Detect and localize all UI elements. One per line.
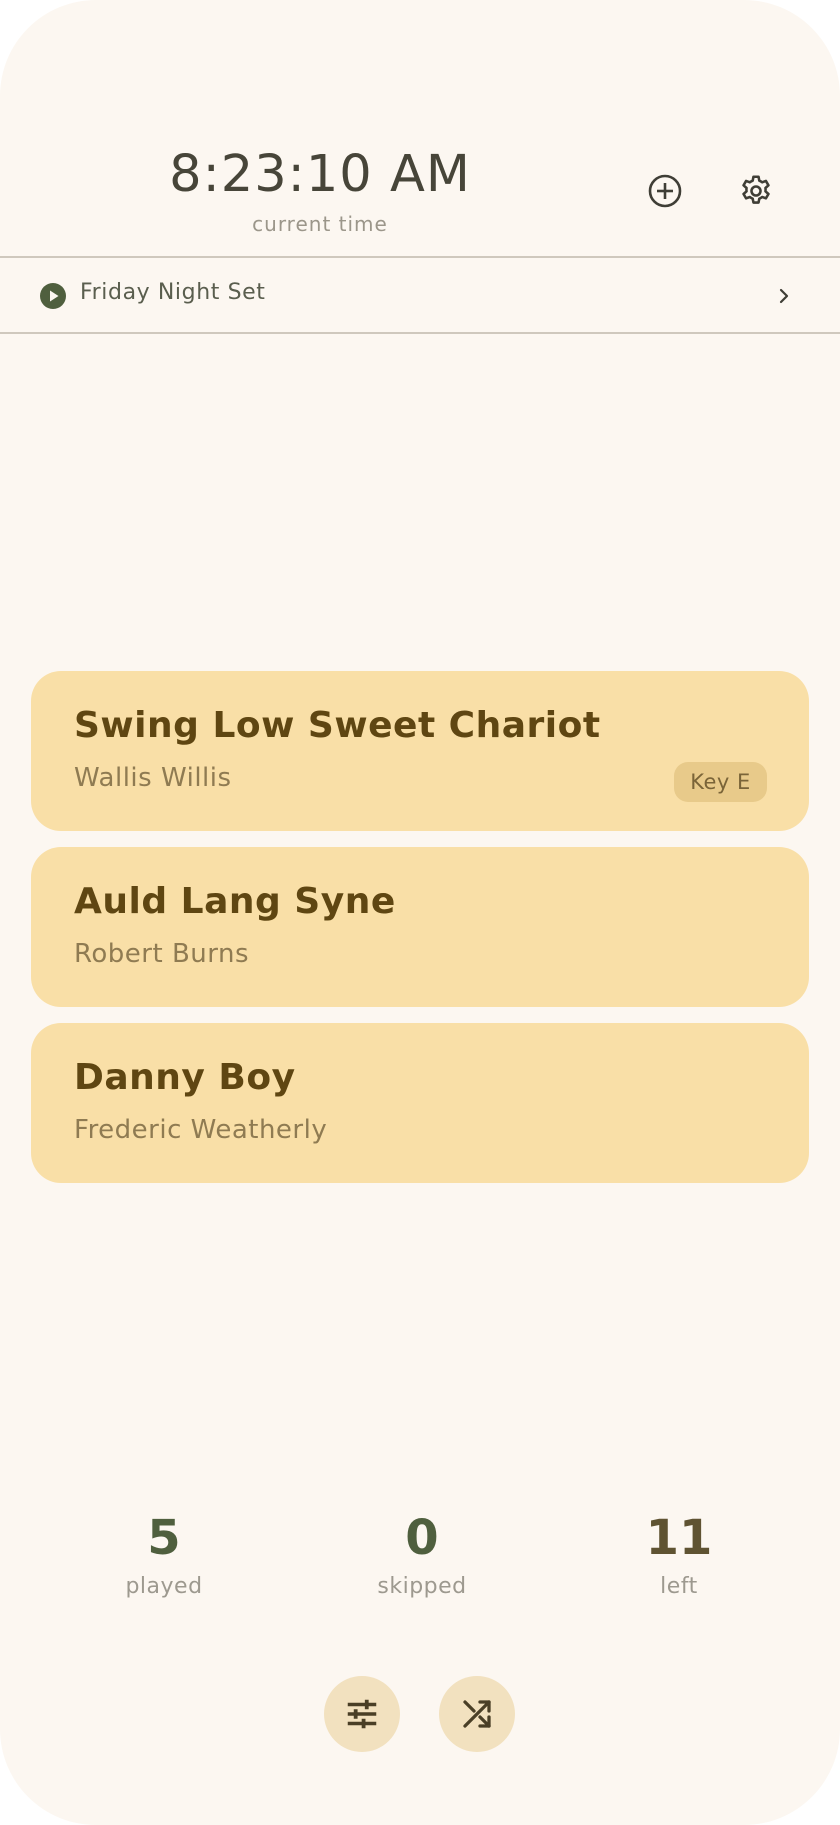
song-card[interactable]: Swing Low Sweet Chariot Wallis Willis Ke… xyxy=(31,671,809,831)
song-author: Robert Burns xyxy=(74,939,250,969)
filters-button[interactable] xyxy=(324,1676,400,1752)
app-screen: 8:23:10 AM current time Friday Night Set… xyxy=(0,0,840,1825)
settings-button[interactable] xyxy=(735,170,777,212)
song-card[interactable]: Danny Boy Frederic Weatherly xyxy=(31,1023,809,1183)
song-author: Frederic Weatherly xyxy=(74,1115,328,1145)
song-title: Auld Lang Syne xyxy=(74,881,396,922)
stat-left: 11 left xyxy=(579,1508,779,1599)
current-time: 8:23:10 AM xyxy=(169,145,471,204)
song-title: Swing Low Sweet Chariot xyxy=(74,705,601,746)
stat-skipped-value: 0 xyxy=(405,1510,439,1566)
gear-icon xyxy=(742,175,770,204)
setlist-name: Friday Night Set xyxy=(80,280,266,305)
clock: 8:23:10 AM current time xyxy=(0,140,640,236)
stat-played: 5 played xyxy=(64,1508,264,1599)
play-circle-icon xyxy=(40,283,66,309)
song-title: Danny Boy xyxy=(74,1057,296,1098)
current-time-caption: current time xyxy=(252,212,388,236)
sliders-icon xyxy=(347,1699,377,1729)
setlist-selector[interactable]: Friday Night Set xyxy=(0,256,840,334)
add-circle-icon xyxy=(648,174,682,208)
stat-skipped-label: skipped xyxy=(377,1574,467,1599)
song-card[interactable]: Auld Lang Syne Robert Burns xyxy=(31,847,809,1007)
stat-skipped: 0 skipped xyxy=(322,1508,522,1599)
shuffle-button[interactable] xyxy=(439,1676,515,1752)
chevron-right-icon xyxy=(779,288,789,304)
key-badge: Key E xyxy=(674,762,767,802)
song-author: Wallis Willis xyxy=(74,763,232,793)
stat-left-value: 11 xyxy=(645,1510,713,1566)
shuffle-icon xyxy=(463,1700,491,1728)
stat-left-label: left xyxy=(660,1574,698,1599)
add-button[interactable] xyxy=(644,170,686,212)
stat-played-value: 5 xyxy=(147,1510,181,1566)
stat-played-label: played xyxy=(125,1574,203,1599)
